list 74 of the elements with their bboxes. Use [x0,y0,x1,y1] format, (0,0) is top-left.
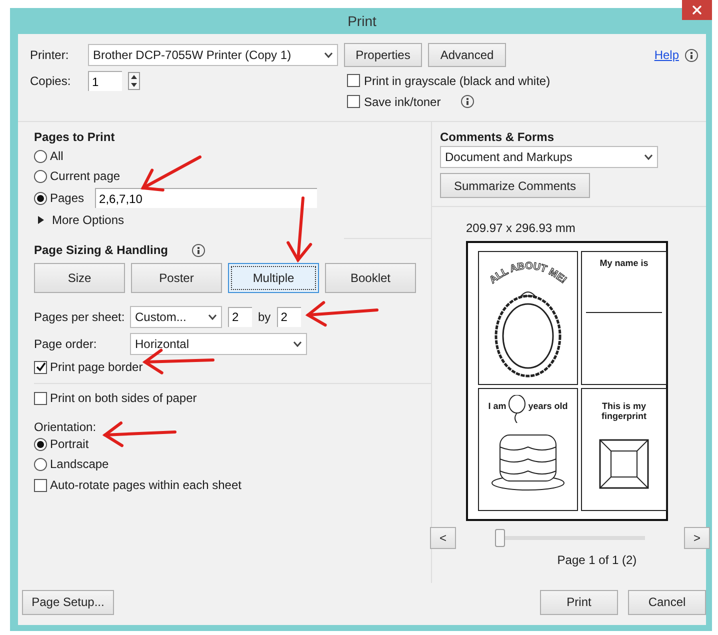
field-label: Pages per sheet: [34,310,124,324]
radio-label: Current page [50,169,120,183]
checkbox[interactable] [34,360,47,374]
next-page-button[interactable]: > [684,527,710,549]
pages-per-sheet-dropdown[interactable]: Custom... [130,306,222,328]
field-label: Orientation: [34,420,96,434]
cancel-button[interactable]: Cancel [628,590,706,614]
printer-dropdown[interactable]: Brother DCP-7055W Printer (Copy 1) [88,44,338,66]
page-text: This is my fingerprint [600,401,648,421]
page-range-field[interactable]: 2,6,7,10 [95,188,318,208]
mode-tab[interactable]: Booklet [325,263,416,293]
checkbox[interactable] [347,74,360,87]
summarize-comments-button[interactable]: Summarize Comments [440,173,590,198]
field-label: Page order: [34,336,98,350]
checkbox[interactable] [34,392,47,404]
balloon-drawing [508,395,526,423]
info-icon[interactable] [685,48,698,62]
annotation-arrow [140,156,202,192]
field-label: Printer: [30,48,70,62]
radio-button[interactable] [34,170,47,182]
copies-field[interactable]: 1 [88,71,122,91]
annotation-arrow [286,196,312,263]
page-text: I am [488,401,506,411]
expand-triangle-icon[interactable] [38,216,44,224]
info-icon[interactable] [192,244,206,256]
page-text: My name is [600,258,648,268]
checkbox-label: Print page border [50,360,143,374]
radio-label: All [50,149,64,163]
radio-button[interactable] [34,192,47,204]
close-icon [690,3,704,17]
print-button[interactable]: Print [540,590,618,614]
mode-tab[interactable]: Multiple [228,263,319,293]
dropdown-caret-icon [644,154,653,160]
radio-button[interactable] [34,150,47,162]
info-icon[interactable] [460,95,474,108]
close-button[interactable] [682,0,712,20]
columns-field[interactable]: 2 [228,306,252,326]
checkbox[interactable] [34,478,47,492]
dropdown-caret-icon [324,52,333,58]
radio-label: Pages [50,191,84,205]
radio-label: Portrait [50,437,89,451]
dropdown-caret-icon [293,340,302,346]
field-label: by [258,310,271,324]
dialog-button[interactable]: Advanced [428,43,506,67]
checkbox-label: Auto-rotate pages within each sheet [50,478,242,492]
radio-button[interactable] [34,438,47,450]
checkbox-label: Print in grayscale (black and white) [364,74,550,88]
checkbox-label: Save ink/toner [364,94,441,108]
help-link[interactable]: Help [654,48,679,62]
expander-label: More Options [52,213,124,227]
section-title: Comments & Forms [440,129,556,146]
page-count-text: Page 1 of 1 (2) [556,553,638,567]
field-label: Copies: [30,74,72,88]
radio-button[interactable] [34,458,47,470]
rows-field[interactable]: 2 [276,306,301,326]
slider-thumb[interactable] [495,529,505,547]
section-title: Page Sizing & Handling [34,243,168,257]
previous-page-button[interactable]: < [430,527,456,549]
section-title: Pages to Print [34,129,116,146]
page-setup-button[interactable]: Page Setup... [22,590,114,614]
comments-dropdown[interactable]: Document and Markups [440,146,658,168]
checkbox[interactable] [347,95,360,108]
dropdown-caret-icon [208,314,217,320]
mode-tab[interactable]: Size [34,263,125,293]
radio-label: Landscape [50,457,109,471]
picture-frame-drawing [599,439,649,489]
page-text: years old [528,401,568,411]
page-size-text: 209.97 x 296.93 mm [466,221,576,235]
dialog-button[interactable]: Properties [344,43,422,67]
page-order-dropdown[interactable]: Horizontal [130,332,307,354]
window-title: Print [348,13,376,29]
checkbox-label: Print on both sides of paper [50,391,197,405]
mode-tab[interactable]: Poster [131,263,222,293]
spinner-icon[interactable] [128,72,140,90]
